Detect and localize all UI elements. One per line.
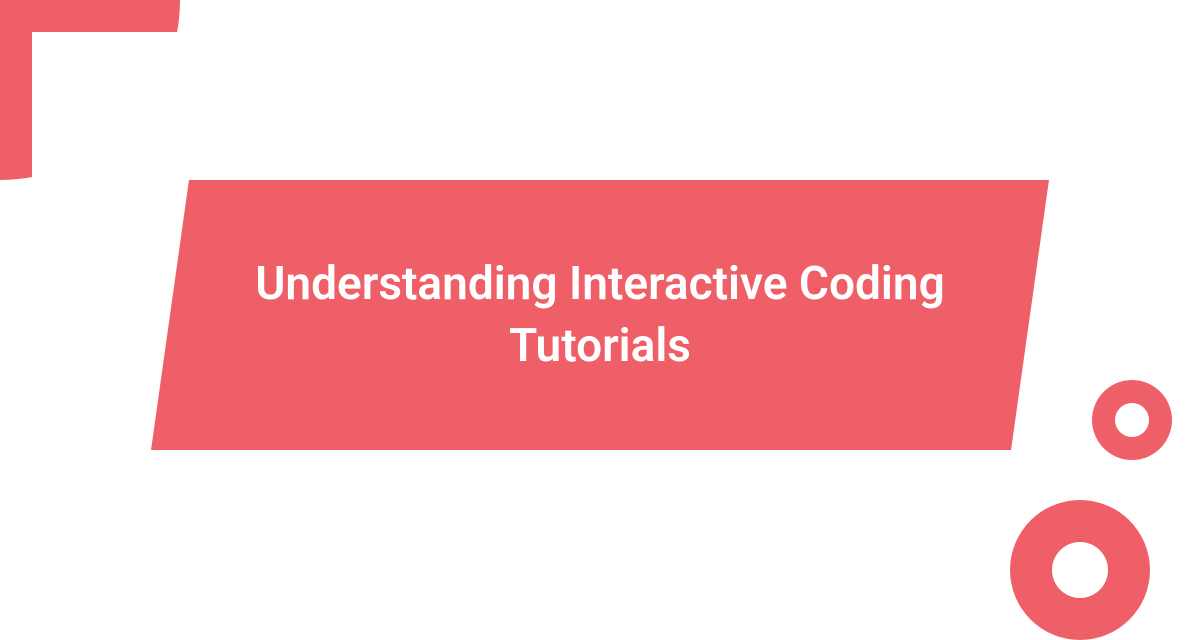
ring-decoration-large [1010, 500, 1150, 640]
title-container: Understanding Interactive Coding Tutoria… [151, 180, 1049, 450]
ring-decoration-small [1092, 380, 1172, 460]
page-title: Understanding Interactive Coding Tutoria… [230, 253, 970, 377]
